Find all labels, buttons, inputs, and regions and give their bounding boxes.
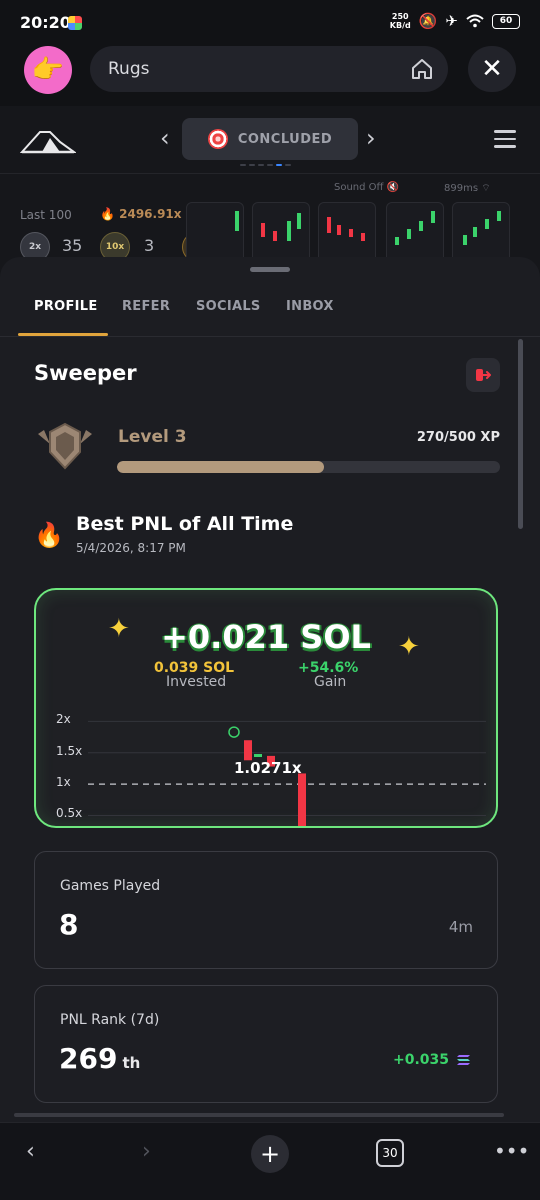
chevron-left-icon[interactable]: ‹ xyxy=(160,124,170,152)
y-tick: 2x xyxy=(56,712,71,727)
gain-label: Gain xyxy=(314,674,347,690)
xp-progress-fill xyxy=(117,461,324,473)
rugs-logo-icon xyxy=(20,131,76,154)
multiplier-count-10x: 3 xyxy=(144,236,155,255)
airplane-mode-icon: ✈ xyxy=(445,12,458,30)
level-badge-icon xyxy=(38,422,92,470)
back-arrow-icon[interactable]: ‹ xyxy=(26,1139,35,1164)
tab-count-button[interactable]: 30 xyxy=(376,1139,404,1167)
url-bar[interactable]: Rugs xyxy=(90,46,448,92)
chevron-right-icon[interactable]: › xyxy=(366,124,376,152)
username: Sweeper xyxy=(34,361,137,385)
tab-inbox[interactable]: INBOX xyxy=(286,299,334,314)
sound-toggle[interactable]: Sound Off 🔇 xyxy=(334,182,399,193)
logout-icon xyxy=(476,369,491,381)
game-status-pill[interactable]: CONCLUDED xyxy=(182,118,358,160)
network-speed: 250 KB/d xyxy=(389,12,411,30)
current-multiplier-label: 1.0271x xyxy=(234,759,302,778)
game-header: ‹ CONCLUDED › xyxy=(0,106,540,174)
ping-readout: 899ms ⌔ xyxy=(444,183,491,194)
sheet-grab-handle[interactable] xyxy=(250,267,290,272)
vertical-scrollbar[interactable] xyxy=(518,339,523,529)
active-tab-indicator xyxy=(18,333,108,336)
url-text: Rugs xyxy=(108,59,150,79)
multiplier-count-2x: 35 xyxy=(62,236,83,255)
pnl-amount: +0.021 SOL xyxy=(161,618,371,656)
entry-marker xyxy=(228,726,240,738)
bell-muted-icon: 🔕 xyxy=(418,12,438,30)
y-tick: 0.5x xyxy=(56,806,83,821)
fire-icon: 🔥 xyxy=(34,521,64,549)
games-played-time: 4m xyxy=(448,918,473,936)
best-pnl-date: 5/4/2026, 8:17 PM xyxy=(76,541,186,555)
best-pnl-card[interactable]: ✦ ✦ +0.021 SOL 0.039 SOL Invested +54.6%… xyxy=(34,588,498,828)
pnl-rank-card: PNL Rank (7d) 269th +0.035 xyxy=(34,985,498,1103)
last-100-value: 🔥 2496.91x xyxy=(100,207,182,221)
level-label: Level 3 xyxy=(118,427,187,447)
profile-tabs: PROFILE REFER SOCIALS INBOX xyxy=(0,285,540,337)
pointing-hand-avatar[interactable]: 👉 xyxy=(24,46,72,94)
y-tick: 1x xyxy=(56,775,71,790)
pnl-rank-value: 269th xyxy=(59,1042,141,1075)
browser-toolbar: 👉 Rugs ✕ xyxy=(0,46,540,106)
pnl-chart: 2x 1.5x 1x 0.5x 1.0271x xyxy=(36,700,496,826)
carousel-dots xyxy=(240,164,291,166)
tab-socials[interactable]: SOCIALS xyxy=(196,299,261,314)
last-100-label: Last 100 xyxy=(20,208,72,222)
pnl-rank-gain: +0.035 xyxy=(393,1052,471,1068)
hamburger-menu-icon[interactable] xyxy=(494,130,516,148)
candle xyxy=(298,773,306,826)
new-tab-button[interactable]: + xyxy=(251,1135,289,1173)
xp-progress-bar xyxy=(117,461,500,473)
invested-label: Invested xyxy=(166,674,227,690)
pnl-rank-label: PNL Rank (7d) xyxy=(60,1012,160,1028)
profile-sheet: PROFILE REFER SOCIALS INBOX Sweeper Leve… xyxy=(0,257,540,1122)
candle xyxy=(254,754,262,758)
y-tick: 1.5x xyxy=(56,743,83,758)
game-status-label: CONCLUDED xyxy=(237,131,333,147)
games-played-value: 8 xyxy=(59,908,79,941)
battery-indicator: 60 xyxy=(492,13,520,29)
target-icon xyxy=(207,129,228,149)
status-bar: 20:20 250 KB/d 🔕 ✈ 60 xyxy=(0,0,540,46)
logout-button[interactable] xyxy=(466,358,500,392)
tab-profile[interactable]: PROFILE xyxy=(34,299,98,314)
status-icons: 250 KB/d 🔕 ✈ 60 xyxy=(390,12,520,30)
more-options-icon[interactable]: ••• xyxy=(494,1139,529,1163)
forward-arrow-icon[interactable]: › xyxy=(142,1139,151,1164)
browser-bottom-nav: ‹ › + 30 ••• xyxy=(0,1122,540,1200)
home-icon[interactable] xyxy=(410,57,434,81)
wifi-icon xyxy=(466,14,484,28)
status-time: 20:20 xyxy=(20,13,71,32)
candle xyxy=(244,740,252,761)
solana-icon xyxy=(457,1055,470,1065)
xp-text: 270/500 XP xyxy=(416,430,500,445)
games-played-card: Games Played 8 4m xyxy=(34,851,498,969)
games-played-label: Games Played xyxy=(60,878,161,894)
game-history-panel: Sound Off 🔇 899ms ⌔ Last 100 🔥 2496.91x … xyxy=(0,174,540,270)
best-pnl-title: Best PNL of All Time xyxy=(76,513,294,535)
app-notification-icon xyxy=(68,16,82,30)
close-button[interactable]: ✕ xyxy=(468,46,516,92)
horizontal-scrollbar[interactable] xyxy=(14,1113,504,1117)
tab-refer[interactable]: REFER xyxy=(122,299,170,314)
